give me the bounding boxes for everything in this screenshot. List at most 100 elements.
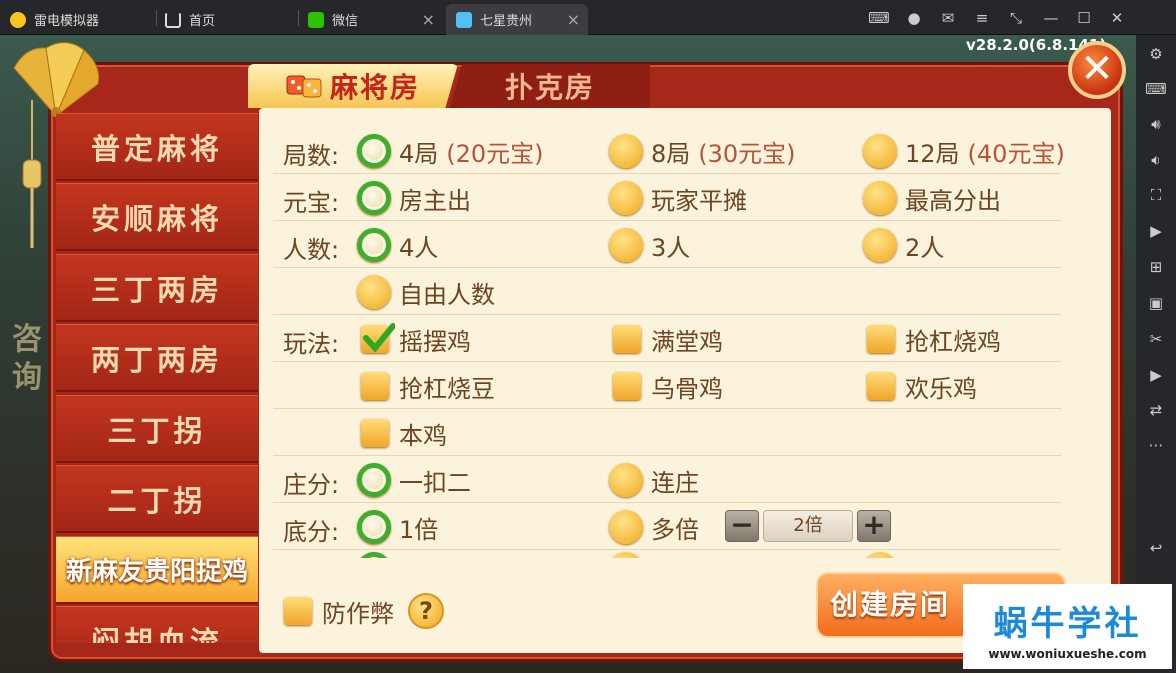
ingot-row: 元宝: 房主出 玩家平摊 最高分出 [273, 174, 1061, 221]
help-icon[interactable]: ? [408, 593, 444, 629]
base-option-multi[interactable]: 多倍 [609, 509, 699, 545]
players-option-free[interactable]: 自由人数 [357, 274, 495, 310]
back-icon[interactable]: ↩ [1144, 537, 1168, 559]
play-option-qiangganshaodou[interactable]: 抢杠烧豆 [361, 368, 495, 404]
option-cost: (30元宝) [698, 139, 796, 168]
ldplayer-logo-icon [10, 11, 26, 28]
option-cost: (20元宝) [446, 139, 544, 168]
play-option-mantangji[interactable]: 满堂鸡 [613, 321, 723, 357]
rounds-option-12[interactable]: 12局 (40元宝) [863, 133, 1065, 169]
multiplier-value: 2倍 [763, 510, 853, 542]
anti-cheat-option[interactable]: 防作弊 ? [284, 593, 444, 629]
radio-icon [609, 134, 643, 168]
keyboard-icon[interactable]: ⌨ [1144, 78, 1168, 100]
base-option-1x[interactable]: 1倍 [357, 509, 438, 545]
tab-qixing[interactable]: 七星贵州 × [446, 4, 588, 35]
video-icon[interactable]: ▶ [1144, 364, 1168, 386]
rounds-option-4[interactable]: 4局 (20元宝) [357, 133, 544, 169]
shrink-icon[interactable]: ⤡ [1005, 8, 1027, 28]
gamepad-icon[interactable]: ⌨ [868, 8, 890, 28]
dialog-close-button[interactable]: ✕ [1068, 41, 1126, 99]
apk-icon[interactable]: ▣ [1144, 292, 1168, 314]
menu-item-sanding-liangfang[interactable]: 三丁两房 [56, 254, 258, 322]
menu-item-sandingguai[interactable]: 三丁拐 [56, 395, 258, 463]
menu-item-puding[interactable]: 普定麻将 [56, 113, 258, 181]
banker-option-lianzhuang[interactable]: 连庄 [609, 462, 699, 498]
play-row: 玩法: 摇摆鸡 满堂鸡 抢杠烧鸡 [273, 315, 1061, 362]
tab-app-label: 雷电模拟器 [34, 14, 100, 29]
tab-mahjong-room-label: 麻将房 [329, 71, 420, 104]
ingot-option-highest[interactable]: 最高分出 [863, 180, 1001, 216]
mahjong-type-menu: 普定麻将 安顺麻将 三丁两房 两丁两房 三丁拐 二丁拐 新麻友贵阳捉鸡 闷胡血流 [56, 113, 258, 643]
play-option-wuguji[interactable]: 乌骨鸡 [613, 368, 723, 404]
screen: 雷电模拟器 首页 微信 × 七星贵州 × ⌨ ● ✉ ≡ ⤡ — ☐ ✕ ⚙ ⌨… [0, 0, 1176, 673]
minus-button[interactable]: − [725, 510, 759, 542]
ingot-option-split[interactable]: 玩家平摊 [609, 180, 747, 216]
radio-icon [609, 510, 643, 544]
players-option-2[interactable]: 2人 [863, 227, 944, 263]
dice-icon [286, 75, 322, 98]
menu-item-label: 闷胡血流 [90, 624, 223, 644]
add-screen-icon[interactable]: ⊞ [1144, 256, 1168, 278]
ingot-option-owner[interactable]: 房主出 [357, 180, 471, 216]
close-x-icon: ✕ [1080, 46, 1114, 92]
more-icon[interactable]: ⋯ [1144, 434, 1168, 456]
fullscreen-icon[interactable]: ⛶ [1144, 184, 1168, 206]
radio-icon [609, 228, 643, 262]
base-score-label: 底分: [283, 518, 340, 546]
menu-item-liangding-liangfang[interactable]: 两丁两房 [56, 324, 258, 392]
user-icon[interactable]: ● [903, 8, 925, 28]
plus-button[interactable]: + [857, 510, 891, 542]
menu-item-anshun[interactable]: 安顺麻将 [56, 183, 258, 251]
play-option-huanleji[interactable]: 欢乐鸡 [867, 368, 977, 404]
players-row: 人数: 4人 3人 2人 [273, 221, 1061, 268]
tab-poker-room[interactable]: 扑克房 [450, 64, 650, 108]
tab-app[interactable]: 雷电模拟器 [10, 4, 160, 35]
tab-divider [298, 10, 299, 26]
play-icon[interactable]: ▶ [1144, 220, 1168, 242]
close-icon[interactable]: ✕ [1106, 8, 1128, 28]
menu-icon[interactable]: ≡ [971, 8, 993, 28]
anti-cheat-label: 防作弊 [322, 599, 394, 628]
tab-close-icon[interactable]: × [422, 10, 435, 29]
tab-mahjong-room[interactable]: 麻将房 [248, 64, 458, 108]
scissors-icon[interactable]: ✂ [1144, 328, 1168, 350]
radio-selected-icon [357, 228, 391, 262]
mail-icon[interactable]: ✉ [937, 8, 959, 28]
menu-item-label: 两丁两房 [90, 342, 223, 377]
players-option-4[interactable]: 4人 [357, 227, 438, 263]
menu-item-label: 安顺麻将 [90, 201, 223, 236]
settings-icon[interactable]: ⚙ [1144, 43, 1168, 65]
tab-home[interactable]: 首页 [165, 4, 295, 35]
menu-item-label: 三丁两房 [90, 272, 223, 307]
watermark-title: 蜗牛学社 [993, 604, 1142, 644]
play-row-2: 抢杠烧豆 乌骨鸡 欢乐鸡 [273, 362, 1061, 409]
option-text: 8局 [651, 139, 691, 168]
maximize-icon[interactable]: ☐ [1073, 8, 1095, 28]
rounds-option-8[interactable]: 8局 (30元宝) [609, 133, 796, 169]
option-text: 抢杠烧鸡 [905, 327, 1001, 356]
players-option-3[interactable]: 3人 [609, 227, 690, 263]
create-room-label: 创建房间 [830, 588, 951, 621]
watermark-url: www.woniuxueshe.com [988, 647, 1147, 661]
play-option-qiangganshaoji[interactable]: 抢杠烧鸡 [867, 321, 1001, 357]
menu-item-guiyang-zhuoji[interactable]: 新麻友贵阳捉鸡 [56, 536, 258, 604]
play-option-benji[interactable]: 本鸡 [361, 415, 447, 451]
rounds-label: 局数: [283, 142, 340, 170]
play-row-3: 本鸡 [273, 409, 1061, 456]
volume-down-icon[interactable]: 🔉︎ [1144, 149, 1168, 171]
volume-up-icon[interactable]: 🔊︎ [1144, 113, 1168, 135]
banker-option-yikouer[interactable]: 一扣二 [357, 462, 471, 498]
option-text: 抢杠烧豆 [399, 374, 495, 403]
players-row-2: 自由人数 [273, 268, 1061, 315]
sync-icon[interactable]: ⇄ [1144, 399, 1168, 421]
play-option-yaobaiji[interactable]: 摇摆鸡 [361, 321, 471, 357]
menu-item-erdingguai[interactable]: 二丁拐 [56, 465, 258, 533]
menu-item-menhu-xueliu[interactable]: 闷胡血流 [56, 606, 258, 643]
minimize-icon[interactable]: — [1040, 8, 1062, 28]
tab-divider [156, 10, 157, 26]
radio-icon [863, 181, 897, 215]
tab-close-icon[interactable]: × [567, 10, 580, 29]
checkbox-icon [361, 372, 389, 400]
tab-wechat[interactable]: 微信 × [308, 4, 443, 35]
